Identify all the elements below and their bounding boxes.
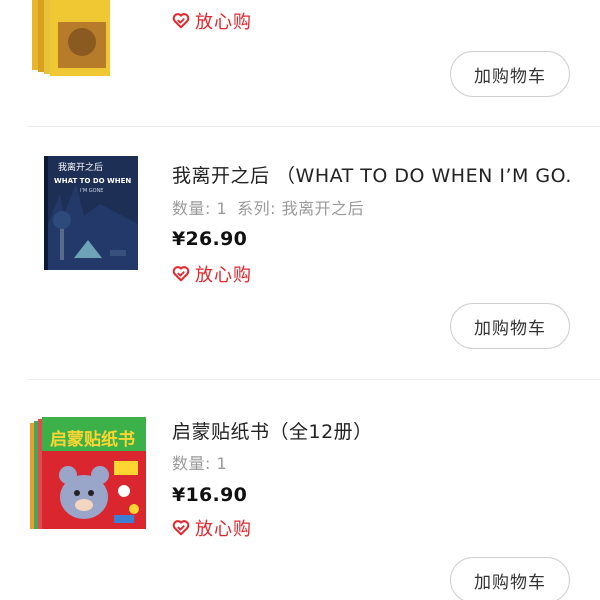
product-thumbnail[interactable]: 启蒙贴纸书 xyxy=(30,417,148,535)
add-to-cart-button[interactable]: 加购物车 xyxy=(450,51,570,97)
product-card[interactable]: 放心购 加购物车 xyxy=(0,0,600,126)
cart-list: 放心购 加购物车 我离开之后 WHAT TO DO WHEN I'M GONE … xyxy=(0,0,600,600)
badge-label: 放心购 xyxy=(195,12,252,33)
add-to-cart-button[interactable]: 加购物车 xyxy=(450,303,570,349)
assurance-badge: 放心购 xyxy=(172,8,252,34)
product-quantity: 数量: 1 xyxy=(172,199,228,218)
cover-subtitle: I'M GONE xyxy=(80,188,103,194)
heart-check-icon xyxy=(172,520,190,536)
product-title[interactable]: 启蒙贴纸书（全12册） xyxy=(172,417,572,444)
assurance-badge: 放心购 xyxy=(172,261,252,287)
product-price: ¥16.90 xyxy=(172,484,248,506)
cover-title-cn: 启蒙贴纸书 xyxy=(50,429,135,450)
heart-check-icon xyxy=(172,13,190,29)
assurance-badge: 放心购 xyxy=(172,515,252,541)
cover-title-en: WHAT TO DO WHEN xyxy=(54,177,131,185)
product-quantity: 数量: 1 xyxy=(172,454,228,473)
product-card[interactable]: 启蒙贴纸书 启蒙贴纸书（全12册） 数量: 1 ¥16.90 放心购 加购物车 xyxy=(0,380,600,600)
product-meta: 数量: 1 系列: 我离开之后 xyxy=(172,195,364,219)
cover-title-cn: 我离开之后 xyxy=(58,161,103,173)
badge-label: 放心购 xyxy=(195,519,252,540)
product-card[interactable]: 我离开之后 WHAT TO DO WHEN I'M GONE 我离开之后 （WH… xyxy=(0,127,600,379)
product-meta: 数量: 1 xyxy=(172,450,227,474)
add-to-cart-button[interactable]: 加购物车 xyxy=(450,557,570,600)
product-thumbnail[interactable]: 我离开之后 WHAT TO DO WHEN I'M GONE xyxy=(30,154,148,272)
heart-check-icon xyxy=(172,266,190,282)
product-thumbnail[interactable] xyxy=(30,0,148,100)
product-title[interactable]: 我离开之后 （WHAT TO DO WHEN I’M GO... xyxy=(172,161,572,188)
badge-label: 放心购 xyxy=(195,265,252,286)
product-series: 系列: 我离开之后 xyxy=(237,199,365,218)
product-price: ¥26.90 xyxy=(172,228,248,250)
